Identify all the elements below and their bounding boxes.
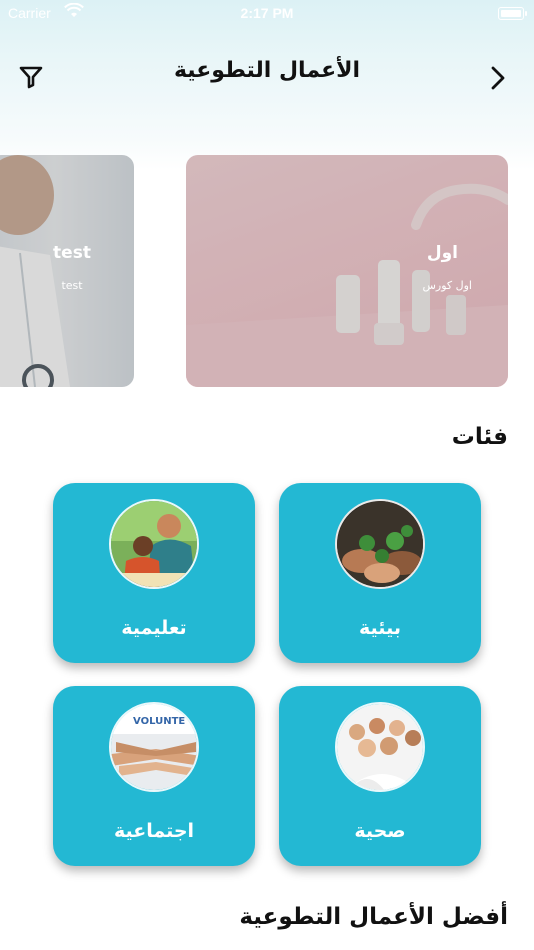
page-title: الأعمال التطوعية — [173, 58, 361, 83]
category-label: تعليمية — [121, 617, 187, 639]
status-bar: Carrier 2:17 PM — [0, 0, 534, 28]
category-label: صحية — [354, 820, 406, 842]
slide-title: test — [53, 243, 91, 263]
category-image — [109, 499, 199, 589]
carousel-slide[interactable]: اول اول كورس — [186, 155, 508, 387]
category-card-educational[interactable]: تعليمية — [53, 483, 255, 663]
top-works-heading: أفضل الأعمال التطوعية — [239, 904, 508, 930]
status-time: 2:17 PM — [240, 5, 294, 21]
battery-icon — [498, 7, 527, 20]
category-label: بيئية — [359, 617, 401, 639]
category-card-health[interactable]: صحية — [279, 686, 481, 866]
category-card-social[interactable]: VOLUNTE اجتماعية — [53, 686, 255, 866]
slide-overlay — [186, 155, 508, 387]
category-image: VOLUNTE — [109, 702, 199, 792]
svg-text:VOLUNTE: VOLUNTE — [133, 716, 185, 727]
category-label: اجتماعية — [113, 820, 195, 842]
slide-subtitle: test — [61, 279, 83, 292]
category-image — [335, 702, 425, 792]
category-card-environmental[interactable]: بيئية — [279, 483, 481, 663]
category-image — [335, 499, 425, 589]
slide-overlay — [0, 155, 134, 387]
chevron-right-icon[interactable] — [488, 64, 508, 92]
carousel-slide[interactable]: test test — [0, 155, 134, 387]
categories-heading: فئات — [451, 424, 508, 450]
slide-subtitle: اول كورس — [422, 279, 472, 292]
slide-title: اول — [426, 243, 458, 263]
